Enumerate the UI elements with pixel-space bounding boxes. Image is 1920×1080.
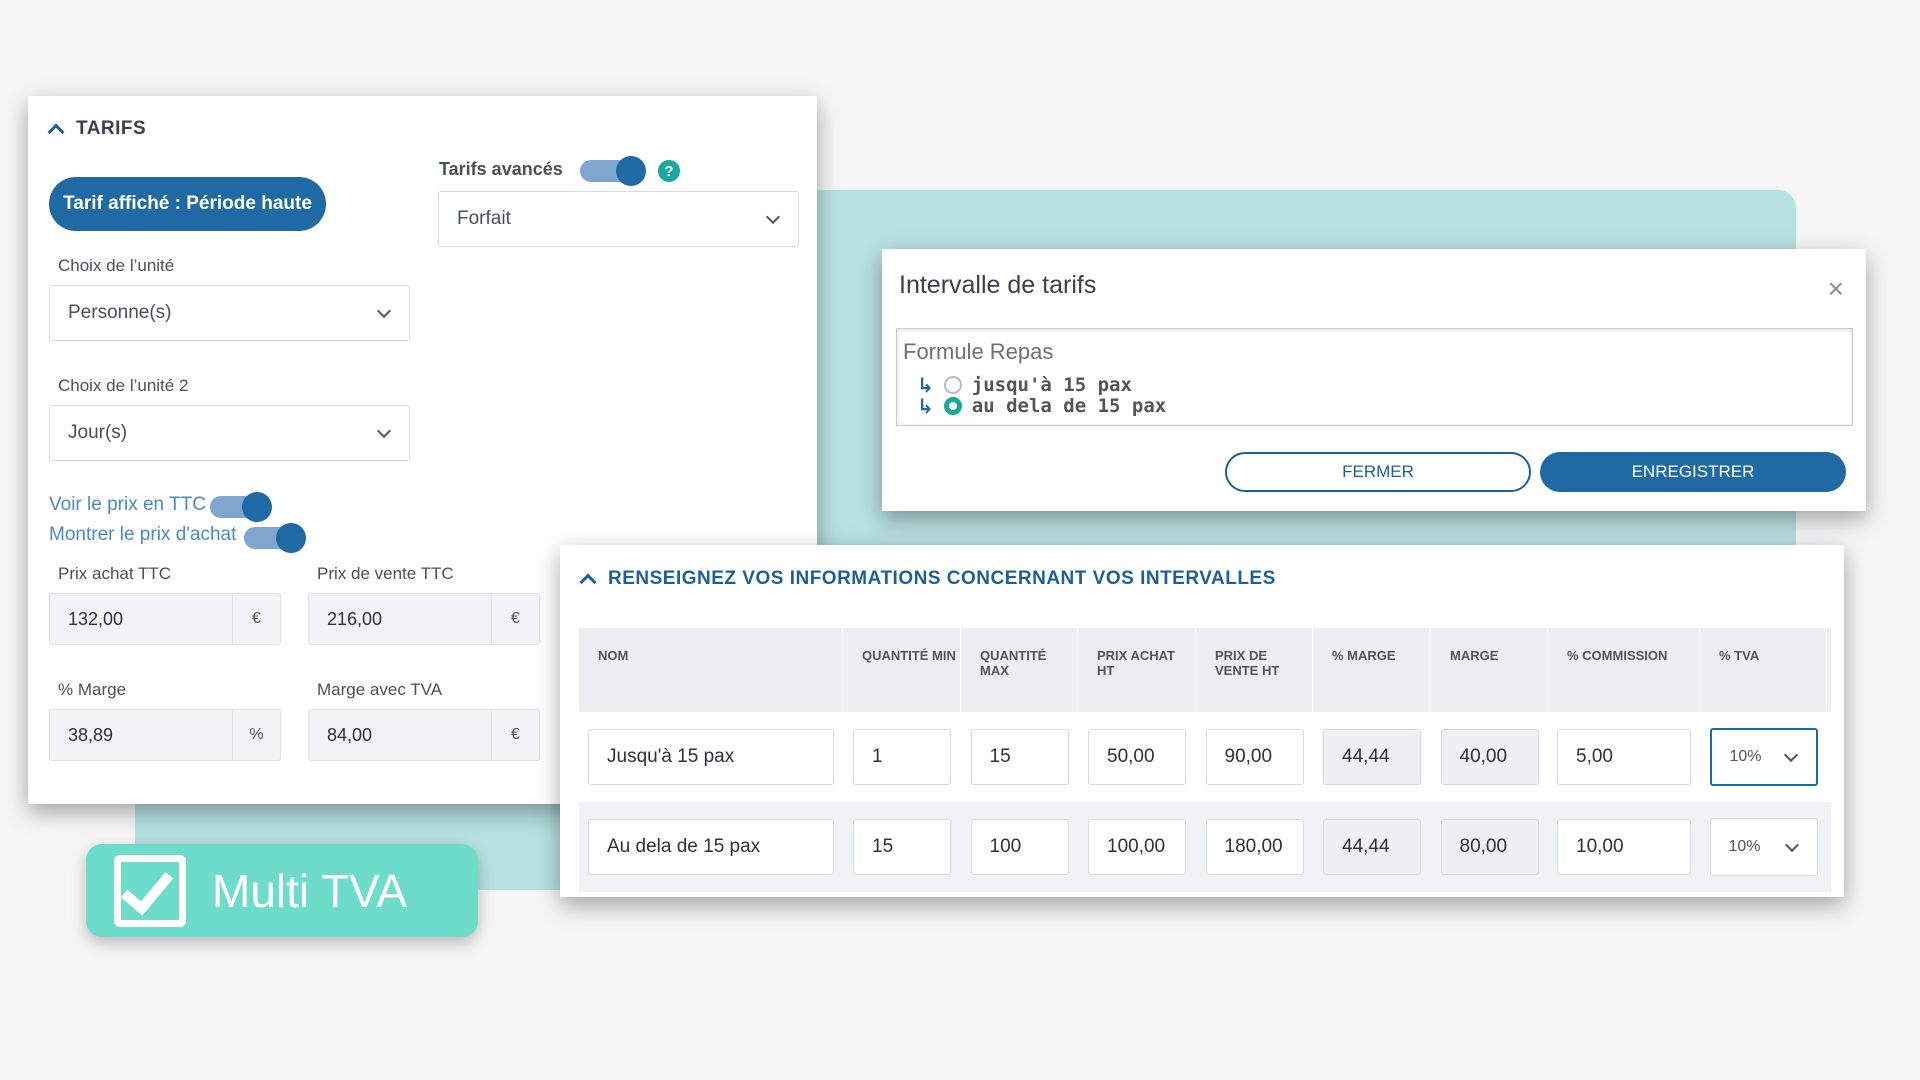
column-header: % COMMISSION	[1548, 628, 1700, 712]
unit-value: Personne(s)	[68, 302, 172, 323]
chevron-up-icon	[47, 123, 65, 141]
unit-label: Choix de l’unité	[58, 256, 175, 275]
currency-unit: €	[492, 709, 540, 761]
marge-tva-value[interactable]: 84,00	[308, 709, 492, 761]
intervalle-dialog: Intervalle de tarifs × Formule Repas ↳ j…	[882, 249, 1866, 511]
tva-value: 10%	[1728, 838, 1761, 855]
prix-achat-field[interactable]: 132,00 €	[49, 593, 281, 645]
forfait-select[interactable]: Forfait	[438, 191, 799, 247]
margin-pct-value: 44,44	[1323, 819, 1421, 875]
qty-min-input[interactable]: 1	[853, 729, 951, 785]
margin-value: 40,00	[1440, 729, 1539, 785]
radio-unselected[interactable]	[943, 376, 962, 394]
tva-select[interactable]: 10%	[1709, 818, 1818, 876]
column-header: PRIX ACHAT HT	[1078, 628, 1196, 712]
table-row: Au dela de 15 pax 15 100 100,00 180,00 4…	[579, 802, 1831, 892]
dialog-title: Intervalle de tarifs	[899, 271, 1097, 299]
name-input[interactable]: Au dela de 15 pax	[588, 819, 834, 875]
commission-input[interactable]: 5,00	[1557, 729, 1691, 785]
chevron-up-icon	[579, 573, 597, 591]
multi-tva-badge: Multi TVA	[86, 844, 478, 937]
qty-max-input[interactable]: 100	[970, 819, 1069, 875]
badge-text: Multi TVA	[212, 864, 408, 917]
margin-pct-value: 44,44	[1323, 729, 1421, 785]
name-input[interactable]: Jusqu'à 15 pax	[588, 729, 834, 785]
marge-pct-value[interactable]: 38,89	[49, 709, 233, 761]
commission-input[interactable]: 10,00	[1557, 819, 1691, 875]
option-label: jusqu'à 15 pax	[971, 374, 1132, 396]
column-header: QUANTITÉ MIN	[843, 628, 961, 712]
prix-achat-value[interactable]: 132,00	[49, 593, 233, 645]
ttc-toggle-label: Voir le prix en TTC	[49, 494, 206, 515]
column-header: MARGE	[1431, 628, 1548, 712]
tva-value: 10%	[1729, 748, 1762, 765]
save-button[interactable]: ENREGISTRER	[1540, 452, 1846, 492]
option-over-15[interactable]: ↳ au dela de 15 pax	[917, 394, 1166, 418]
chevron-down-icon	[1783, 747, 1798, 763]
option-label: au dela de 15 pax	[971, 395, 1167, 417]
prix-vente-value[interactable]: 216,00	[308, 593, 492, 645]
intervals-panel: RENSEIGNEZ VOS INFORMATIONS CONCERNANT V…	[560, 545, 1844, 897]
checkbox-checked-icon	[114, 854, 186, 927]
tva-select[interactable]: 10%	[1709, 728, 1818, 786]
marge-tva-label: Marge avec TVA	[317, 680, 443, 699]
purchase-toggle[interactable]	[244, 523, 306, 553]
currency-unit: €	[233, 593, 281, 645]
unit-select[interactable]: Personne(s)	[49, 285, 410, 341]
intervals-title: RENSEIGNEZ VOS INFORMATIONS CONCERNANT V…	[608, 568, 1276, 589]
forfait-value: Forfait	[457, 208, 511, 229]
column-header: NOM	[579, 628, 843, 712]
formula-name: Formule Repas	[903, 339, 1054, 364]
table-header: NOM QUANTITÉ MIN QUANTITÉ MAX PRIX ACHAT…	[579, 628, 1831, 712]
column-header: % TVA	[1700, 628, 1827, 712]
unit2-select[interactable]: Jour(s)	[49, 405, 410, 461]
unit2-value: Jour(s)	[68, 422, 128, 443]
prix-vente-field[interactable]: 216,00 €	[308, 593, 540, 645]
purchase-price-input[interactable]: 50,00	[1088, 729, 1186, 785]
unit2-label: Choix de l’unité 2	[58, 376, 189, 395]
column-header: % MARGE	[1313, 628, 1431, 712]
section-title: TARIFS	[76, 118, 147, 139]
help-icon[interactable]: ?	[658, 160, 680, 182]
chevron-down-icon	[1784, 837, 1799, 853]
qty-min-input[interactable]: 15	[853, 819, 951, 875]
close-icon[interactable]: ×	[1828, 273, 1844, 305]
purchase-price-input[interactable]: 100,00	[1088, 819, 1186, 875]
marge-tva-field[interactable]: 84,00 €	[308, 709, 540, 761]
currency-unit: €	[492, 593, 540, 645]
prix-vente-label: Prix de vente TTC	[317, 564, 454, 583]
arrow-return-icon: ↳	[917, 394, 934, 418]
intervals-section-header[interactable]: RENSEIGNEZ VOS INFORMATIONS CONCERNANT V…	[579, 568, 1276, 591]
close-button[interactable]: FERMER	[1225, 452, 1531, 492]
sale-price-input[interactable]: 180,00	[1205, 819, 1304, 875]
column-header: PRIX DE VENTE HT	[1196, 628, 1313, 712]
column-header: QUANTITÉ MAX	[961, 628, 1078, 712]
margin-value: 80,00	[1440, 819, 1539, 875]
percent-unit: %	[233, 709, 281, 761]
marge-pct-label: % Marge	[58, 680, 127, 699]
intervals-table: NOM QUANTITÉ MIN QUANTITÉ MAX PRIX ACHAT…	[579, 628, 1831, 892]
table-row: Jusqu'à 15 pax 1 15 50,00 90,00 44,44 40…	[579, 712, 1831, 802]
formula-box: Formule Repas ↳ jusqu'à 15 pax ↳ au dela…	[896, 328, 1853, 426]
chevron-down-icon	[376, 423, 392, 439]
prix-achat-label: Prix achat TTC	[58, 564, 172, 583]
advanced-tariffs-label: Tarifs avancés	[439, 159, 563, 179]
qty-max-input[interactable]: 15	[970, 729, 1069, 785]
purchase-toggle-label: Montrer le prix d'achat	[49, 524, 237, 545]
marge-pct-field[interactable]: 38,89 %	[49, 709, 281, 761]
ttc-toggle[interactable]	[210, 492, 272, 522]
tarifs-section-header[interactable]: TARIFS	[47, 118, 147, 141]
sale-price-input[interactable]: 90,00	[1205, 729, 1304, 785]
tarif-period-button[interactable]: Tarif affiché : Période haute	[49, 177, 326, 231]
radio-selected[interactable]	[943, 397, 962, 415]
chevron-down-icon	[765, 209, 781, 225]
advanced-tariffs-toggle[interactable]	[580, 156, 646, 186]
chevron-down-icon	[376, 303, 392, 319]
